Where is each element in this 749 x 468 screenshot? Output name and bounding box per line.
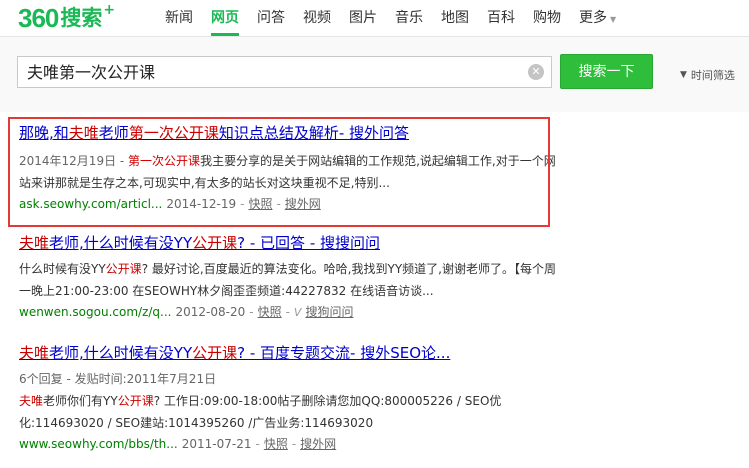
result-url[interactable]: www.seowhy.com/bbs/th...	[19, 437, 178, 451]
result-url-date: 2012-08-20	[175, 305, 246, 319]
funnel-icon: ▼	[680, 70, 687, 80]
title-highlight: 夫唯	[68, 124, 99, 142]
separator: -	[285, 305, 290, 319]
result-url[interactable]: ask.seowhy.com/articl...	[19, 197, 162, 211]
tab-qa[interactable]: 问答	[257, 0, 285, 36]
snapshot-link[interactable]: 快照	[258, 305, 282, 319]
snippet-text: 什么时候有没YY	[19, 262, 106, 276]
title-highlight: 夫唯	[19, 234, 50, 252]
tab-images[interactable]: 图片	[349, 0, 377, 36]
title-part: 老师	[98, 124, 129, 142]
result-title-link[interactable]: 夫唯老师,什么时候有没YY公开课? - 百度专题交流- 搜外SEO论...	[19, 342, 559, 364]
logo-360-search[interactable]: 360 搜索 +	[18, 2, 116, 34]
snippet-text: 老师你们有YY	[43, 394, 118, 408]
result-meta: 6个回复 - 发贴时间:2011年7月21日	[19, 372, 217, 386]
title-part: 知识点总结及解析- 搜外问答	[218, 124, 410, 142]
tab-more[interactable]: 更多 ▼	[579, 0, 616, 36]
top-bar: 360 搜索 + 新闻 网页 问答 视频 图片 音乐 地图 百科 购物 更多 ▼	[0, 0, 749, 36]
title-highlight: 第一次公开课	[128, 124, 219, 142]
snippet-highlight: 第一次公开课	[128, 154, 201, 168]
tab-more-label: 更多	[579, 10, 607, 26]
source-link[interactable]: 搜狗问问	[305, 305, 353, 319]
tab-web[interactable]: 网页	[211, 0, 239, 36]
tab-baike[interactable]: 百科	[487, 0, 515, 36]
result-item: 那晚,和夫唯老师第一次公开课知识点总结及解析- 搜外问答 2014年12月19日…	[19, 122, 559, 214]
separator: -	[255, 437, 260, 451]
search-row: 夫唯第一次公开课 ✕ 搜索一下 ▼ 时间筛选	[0, 37, 749, 112]
result-item: 夫唯老师,什么时候有没YY公开课? - 百度专题交流- 搜外SEO论... 6个…	[19, 342, 559, 454]
source-link[interactable]: 搜外网	[300, 437, 336, 451]
title-part: ? - 百度专题交流- 搜外SEO论...	[237, 344, 451, 362]
snippet-highlight: 公开课	[105, 262, 142, 276]
separator: -	[291, 437, 297, 451]
result-date: 2014年12月19日 -	[19, 154, 129, 168]
title-part: 老师,什么时候有没YY	[49, 234, 193, 252]
source-link[interactable]: 搜外网	[285, 197, 321, 211]
result-url-date: 2014-12-19	[166, 197, 237, 211]
result-title-link[interactable]: 那晚,和夫唯老师第一次公开课知识点总结及解析- 搜外问答	[19, 122, 559, 144]
logo-number: 360	[18, 3, 59, 33]
result-snippet: 夫唯老师你们有YY公开课? 工作日:09:00-18:00帖子删除请您加QQ:8…	[19, 390, 559, 434]
snippet-highlight: 夫唯	[19, 394, 44, 408]
logo-text: 搜索	[60, 6, 103, 30]
result-url-line: www.seowhy.com/bbs/th... 2011-07-21- 快照 - 搜外…	[19, 434, 559, 454]
title-part: 老师,什么时候有没YY	[49, 344, 193, 362]
tab-video[interactable]: 视频	[303, 0, 331, 36]
time-filter[interactable]: ▼ 时间筛选	[680, 67, 735, 83]
search-input[interactable]: 夫唯第一次公开课 ✕	[17, 56, 552, 88]
time-filter-label: 时间筛选	[690, 69, 735, 82]
title-highlight: 夫唯	[19, 344, 50, 362]
logo-plus-icon: +	[103, 2, 116, 18]
snippet-highlight: 公开课	[117, 394, 154, 408]
result-url-date: 2011-07-21	[181, 437, 252, 451]
result-title-link[interactable]: 夫唯老师,什么时候有没YY公开课? - 已回答 - 搜搜问问	[19, 232, 559, 254]
result-item: 夫唯老师,什么时候有没YY公开课? - 已回答 - 搜搜问问 什么时候有没YY公…	[19, 232, 559, 323]
title-highlight: 公开课	[192, 344, 238, 362]
result-snippet: 2014年12月19日 - 第一次公开课我主要分享的是关于网站编辑的工作规范,说…	[19, 150, 559, 194]
result-snippet: 什么时候有没YY公开课? 最好讨论,百度最近的算法变化。哈哈,我找到YY频道了,…	[19, 258, 559, 302]
tab-maps[interactable]: 地图	[441, 0, 469, 36]
separator: -	[249, 305, 254, 319]
title-highlight: 公开课	[192, 234, 238, 252]
snapshot-link[interactable]: 快照	[264, 437, 288, 451]
clear-icon[interactable]: ✕	[528, 64, 544, 80]
snapshot-link[interactable]: 快照	[248, 197, 272, 211]
separator: -	[276, 197, 281, 211]
result-url[interactable]: wenwen.sogou.com/z/q...	[19, 305, 171, 319]
tab-shopping[interactable]: 购物	[533, 0, 561, 36]
chevron-down-icon: ▼	[610, 15, 617, 24]
title-part: ? - 已回答 - 搜搜问问	[237, 234, 381, 252]
result-url-line: ask.seowhy.com/articl... 2014-12-19- 快照 - 搜外…	[19, 194, 559, 214]
verified-icon: V	[293, 306, 302, 319]
tab-music[interactable]: 音乐	[395, 0, 423, 36]
tab-news[interactable]: 新闻	[165, 0, 193, 36]
search-button[interactable]: 搜索一下	[560, 54, 653, 89]
nav-tabs: 新闻 网页 问答 视频 图片 音乐 地图 百科 购物 更多 ▼	[165, 0, 634, 36]
separator: -	[240, 197, 245, 211]
result-url-line: wenwen.sogou.com/z/q... 2012-08-20- 快照 - V 搜狗…	[19, 302, 559, 323]
search-query-text: 夫唯第一次公开课	[27, 63, 156, 82]
title-part: 那晚,和	[19, 124, 69, 142]
